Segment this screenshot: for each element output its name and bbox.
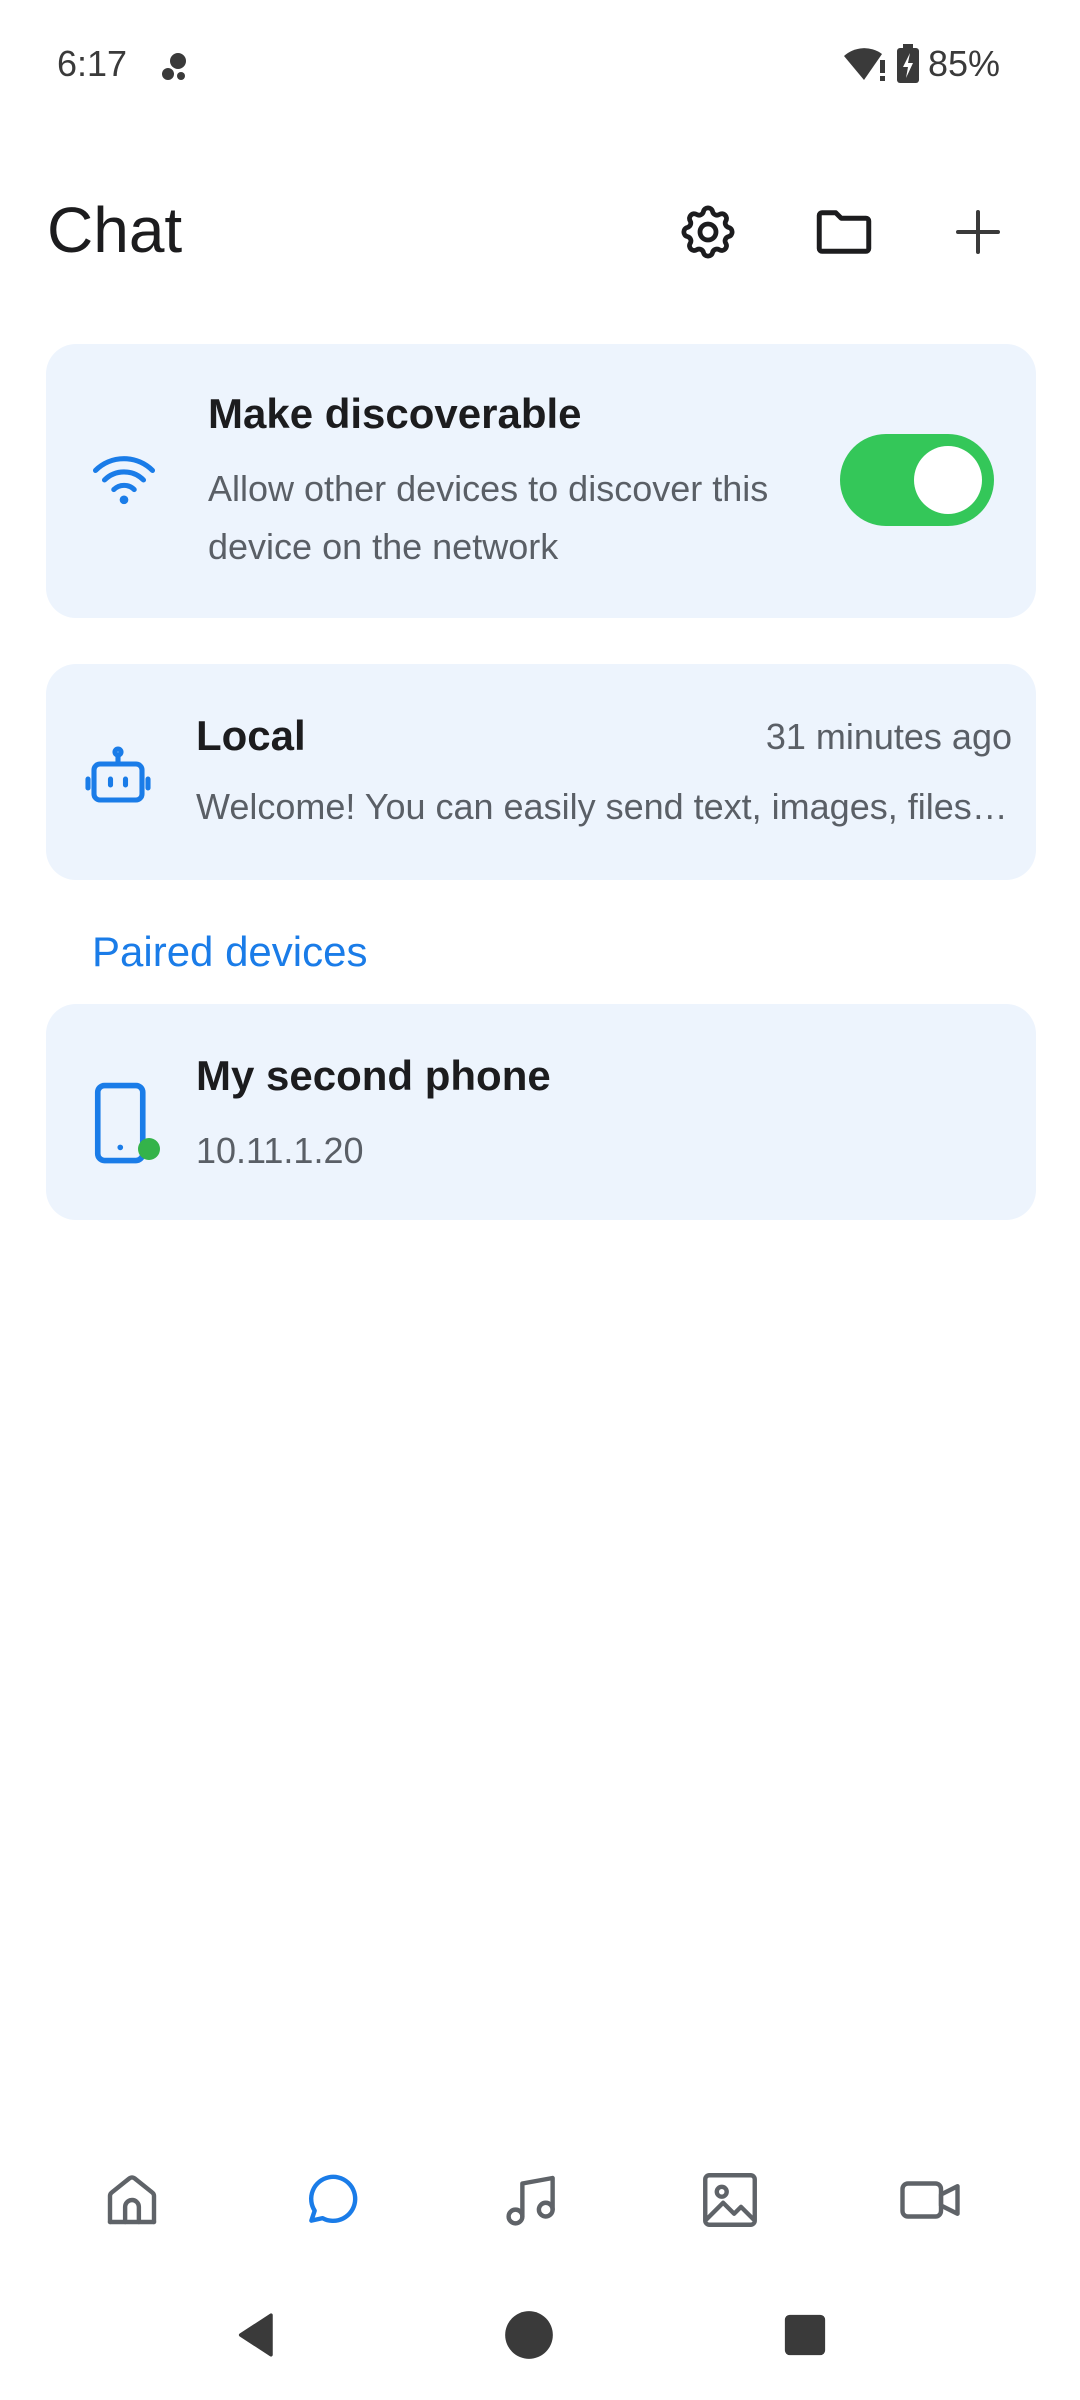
notification-dots-icon: [162, 53, 186, 80]
paired-devices-heading: Paired devices: [92, 928, 368, 975]
local-chat-preview: Welcome! You can easily send text, image…: [196, 786, 1012, 827]
local-chat-card[interactable]: Local 31 minutes ago Welcome! You can ea…: [46, 664, 1036, 880]
discoverable-title: Make discoverable: [208, 390, 582, 437]
back-triangle-icon: [238, 2313, 273, 2357]
discoverable-card[interactable]: Make discoverable Allow other devices to…: [46, 344, 1036, 618]
paired-device-card[interactable]: My second phone 10.11.1.20: [46, 1004, 1036, 1220]
plus-icon: [956, 210, 1000, 254]
system-recents-button[interactable]: [760, 2290, 850, 2380]
wifi-alert-icon: [843, 48, 885, 81]
robot-icon: [85, 746, 151, 803]
discoverable-toggle[interactable]: [840, 434, 994, 526]
image-icon: [703, 2173, 757, 2227]
local-chat-time: 31 minutes ago: [765, 716, 1012, 757]
system-home-button[interactable]: [484, 2290, 574, 2380]
system-back-button[interactable]: [212, 2290, 302, 2380]
home-circle-icon: [505, 2311, 553, 2359]
home-icon: [107, 2175, 157, 2225]
wifi-icon: [92, 456, 156, 505]
folder-icon: [816, 210, 872, 254]
recents-square-icon: [784, 2314, 826, 2356]
folder-button[interactable]: [796, 184, 892, 280]
app-header: Chat: [0, 170, 1080, 290]
local-chat-title: Local: [196, 712, 306, 759]
online-status-dot: [138, 1138, 160, 1160]
discoverable-description: Allow other devices to discover this dev…: [208, 468, 769, 567]
device-name: My second phone: [196, 1052, 551, 1099]
video-camera-icon: [900, 2181, 960, 2219]
music-note-icon: [506, 2175, 555, 2226]
nav-music[interactable]: [482, 2150, 582, 2250]
chat-bubble-icon: [309, 2174, 358, 2224]
settings-button[interactable]: [660, 184, 756, 280]
nav-home[interactable]: [82, 2150, 182, 2250]
status-bar: 6:17 85%: [0, 0, 1080, 130]
page-title: Chat: [47, 194, 183, 266]
battery-percent: 85%: [927, 43, 1000, 84]
status-indicators: 85%: [842, 42, 1000, 86]
nav-chat[interactable]: [282, 2150, 382, 2250]
nav-images[interactable]: [680, 2150, 780, 2250]
nav-videos[interactable]: [880, 2150, 980, 2250]
status-time: 6:17: [57, 43, 128, 84]
add-button[interactable]: [930, 184, 1026, 280]
toggle-knob: [914, 446, 982, 514]
device-ip: 10.11.1.20: [196, 1130, 364, 1171]
bottom-navigation: [0, 2140, 1080, 2260]
battery-charging-icon: [896, 44, 919, 83]
gear-icon: [681, 205, 735, 259]
system-navigation-bar: [0, 2270, 1080, 2400]
